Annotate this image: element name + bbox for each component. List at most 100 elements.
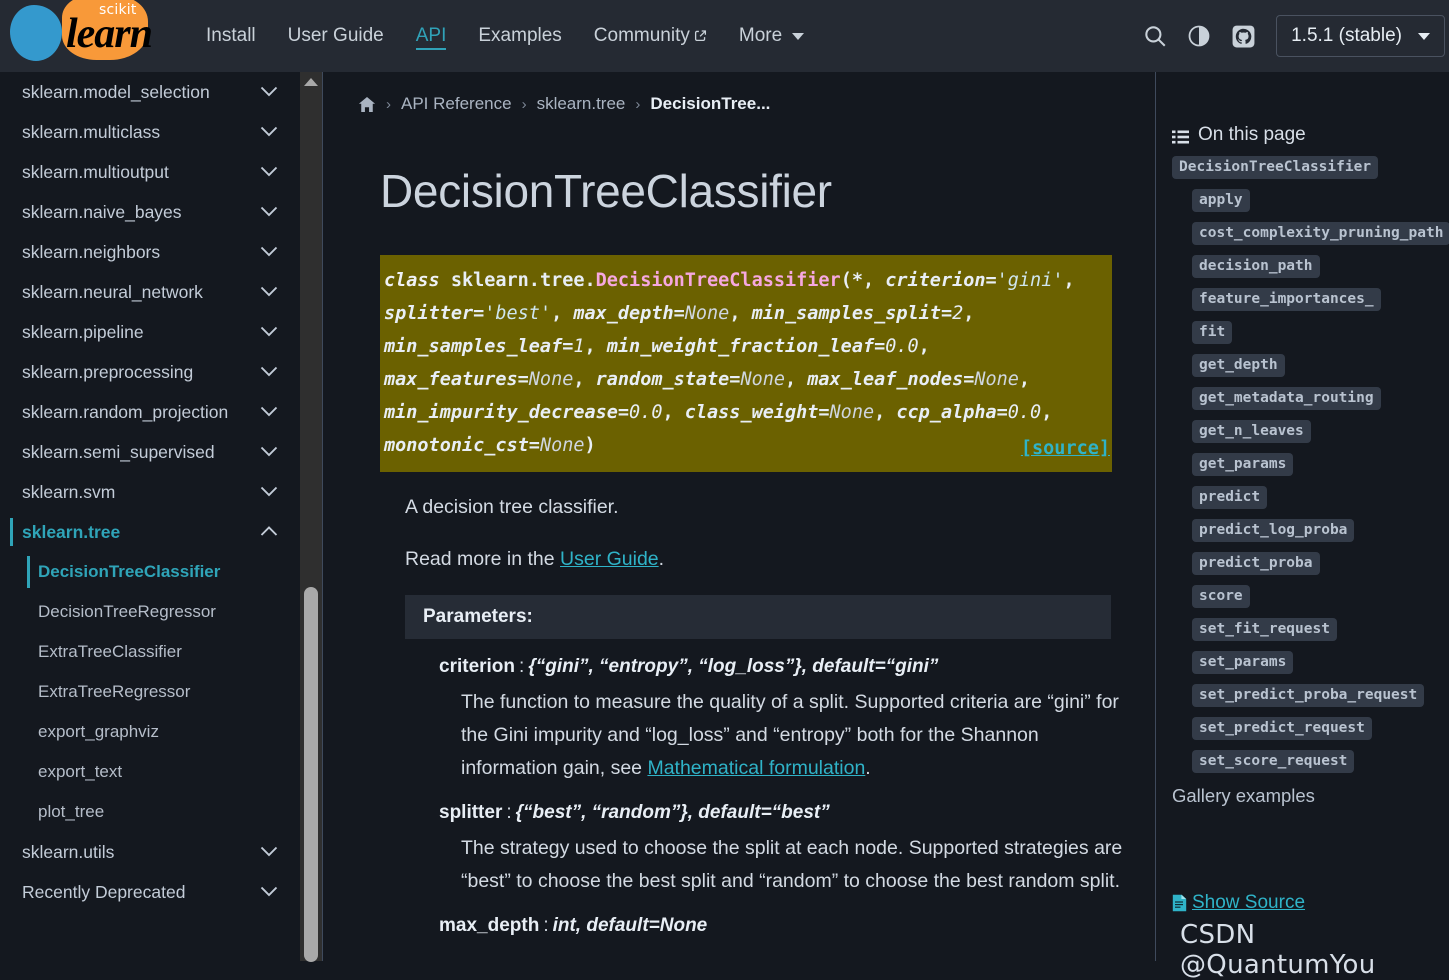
otp-entry-predict_proba[interactable]: predict_proba	[1192, 552, 1449, 575]
otp-entry-fit[interactable]: fit	[1192, 321, 1449, 344]
signature-param-name: criterion	[885, 270, 986, 291]
sidebar-item-sklearn-multioutput[interactable]: sklearn.multioutput	[0, 152, 300, 192]
sidebar-item-plot_tree[interactable]: plot_tree	[0, 792, 300, 832]
sidebar-item-export_graphviz[interactable]: export_graphviz	[0, 712, 300, 752]
otp-entry-get_n_leaves[interactable]: get_n_leaves	[1192, 420, 1449, 443]
chevron-down-icon[interactable]	[260, 885, 278, 900]
otp-entry-get_depth[interactable]: get_depth	[1192, 354, 1449, 377]
nav-item-more[interactable]: More	[723, 0, 820, 72]
sidebar-scrollbar[interactable]	[300, 72, 322, 962]
breadcrumb-item-api-reference[interactable]: API Reference	[401, 94, 512, 114]
signature-param-name: ccp_alpha	[896, 402, 997, 423]
sidebar-item-sklearn-semi_supervised[interactable]: sklearn.semi_supervised	[0, 432, 300, 472]
theme-toggle-icon[interactable]	[1182, 19, 1216, 53]
otp-entry-decision_path[interactable]: decision_path	[1192, 255, 1449, 278]
otp-entry-set_score_request[interactable]: set_score_request	[1192, 750, 1449, 773]
otp-chip-label: DecisionTreeClassifier	[1172, 156, 1379, 179]
otp-chip-label: predict	[1192, 486, 1268, 509]
mathematical-formulation-link[interactable]: Mathematical formulation	[647, 757, 865, 779]
sidebar-item-sklearn-svm[interactable]: sklearn.svm	[0, 472, 300, 512]
signature-param-value: 1	[573, 336, 585, 357]
signature-qualified-prefix: sklearn.tree.	[450, 270, 596, 291]
otp-entry-set_params[interactable]: set_params	[1192, 651, 1449, 674]
chevron-down-icon[interactable]	[260, 165, 278, 180]
nav-item-community[interactable]: Community	[578, 0, 723, 72]
chevron-down-icon[interactable]	[260, 365, 278, 380]
sidebar-item-sklearn-neighbors[interactable]: sklearn.neighbors	[0, 232, 300, 272]
sidebar-item-decisiontreeregressor[interactable]: DecisionTreeRegressor	[0, 592, 300, 632]
sidebar-item-recently-deprecated[interactable]: Recently Deprecated	[0, 872, 300, 912]
chevron-down-icon[interactable]	[260, 405, 278, 420]
chevron-down-icon[interactable]	[260, 85, 278, 100]
param-type: {“best”, “random”}, default=“best”	[515, 802, 830, 823]
scikit-learn-logo[interactable]: learn scikit	[0, 0, 180, 72]
otp-entry-decisiontreeclassifier[interactable]: DecisionTreeClassifier	[1172, 156, 1449, 179]
otp-entry-cost_complexity_pruning_path[interactable]: cost_complexity_pruning_path	[1192, 222, 1449, 245]
sidebar-item-sklearn-random_projection[interactable]: sklearn.random_projection	[0, 392, 300, 432]
sidebar-item-label: sklearn.random_projection	[22, 401, 229, 422]
sidebar-item-sklearn-tree[interactable]: sklearn.tree	[0, 512, 300, 552]
param-colon: :	[506, 802, 512, 823]
signature-param-value: 2	[952, 303, 964, 324]
sidebar-item-sklearn-pipeline[interactable]: sklearn.pipeline	[0, 312, 300, 352]
signature-param-value: None	[539, 435, 585, 456]
sidebar-item-export_text[interactable]: export_text	[0, 752, 300, 792]
nav-item-user-guide[interactable]: User Guide	[272, 0, 400, 72]
param-splitter-description: The strategy used to choose the split at…	[461, 832, 1126, 898]
chevron-down-icon[interactable]	[260, 485, 278, 500]
chevron-down-icon[interactable]	[260, 205, 278, 220]
signature-keyword: class	[384, 270, 440, 291]
breadcrumb-separator: ›	[386, 95, 391, 113]
sidebar-item-decisiontreeclassifier[interactable]: DecisionTreeClassifier	[0, 552, 300, 592]
chevron-down-icon[interactable]	[260, 125, 278, 140]
scroll-up-button[interactable]	[300, 72, 322, 92]
sidebar-item-sklearn-multiclass[interactable]: sklearn.multiclass	[0, 112, 300, 152]
chevron-down-icon[interactable]	[260, 285, 278, 300]
sidebar-item-sklearn-naive_bayes[interactable]: sklearn.naive_bayes	[0, 192, 300, 232]
github-icon[interactable]	[1226, 19, 1260, 53]
otp-chip-label: get_params	[1192, 453, 1294, 476]
otp-entry-set_predict_proba_request[interactable]: set_predict_proba_request	[1192, 684, 1449, 707]
sidebar-item-extratreeregressor[interactable]: ExtraTreeRegressor	[0, 672, 300, 712]
nav-item-api[interactable]: API	[400, 0, 463, 72]
otp-entry-score[interactable]: score	[1192, 585, 1449, 608]
sidebar-item-sklearn-utils[interactable]: sklearn.utils	[0, 832, 300, 872]
otp-entry-apply[interactable]: apply	[1192, 189, 1449, 212]
api-sidebar[interactable]: sklearn.model_selection sklearn.multicla…	[0, 72, 300, 961]
otp-entry-predict[interactable]: predict	[1192, 486, 1449, 509]
param-desc-suffix: .	[865, 757, 871, 779]
otp-entry-set_predict_request[interactable]: set_predict_request	[1192, 717, 1449, 740]
home-icon[interactable]	[358, 96, 376, 113]
signature-param-name: monotonic_cst	[384, 435, 529, 456]
signature-param-name: min_weight_fraction_leaf	[606, 336, 875, 357]
chevron-down-icon[interactable]	[260, 245, 278, 260]
otp-entry-predict_log_proba[interactable]: predict_log_proba	[1192, 519, 1449, 542]
sidebar-item-extratreeclassifier[interactable]: ExtraTreeClassifier	[0, 632, 300, 672]
otp-entry-gallery-examples[interactable]: Gallery examples	[1172, 785, 1449, 807]
chevron-up-icon[interactable]	[260, 525, 278, 540]
signature-param-name: min_impurity_decrease	[384, 402, 618, 423]
chevron-down-icon[interactable]	[260, 325, 278, 340]
sidebar-item-sklearn-preprocessing[interactable]: sklearn.preprocessing	[0, 352, 300, 392]
user-guide-link[interactable]: User Guide	[560, 548, 659, 570]
otp-entry-set_fit_request[interactable]: set_fit_request	[1192, 618, 1449, 641]
sidebar-item-sklearn-neural_network[interactable]: sklearn.neural_network	[0, 272, 300, 312]
nav-item-install[interactable]: Install	[190, 0, 272, 72]
signature-param-value: None	[829, 402, 875, 423]
nav-label: Community	[593, 25, 690, 46]
show-source[interactable]: Show Source	[1172, 892, 1305, 914]
nav-item-examples[interactable]: Examples	[462, 0, 577, 72]
source-link[interactable]: [source]	[1021, 432, 1110, 465]
sidebar-subitem-label: DecisionTreeClassifier	[38, 562, 221, 581]
search-icon[interactable]	[1138, 19, 1172, 53]
scrollbar-thumb[interactable]	[304, 587, 318, 962]
otp-entry-get_metadata_routing[interactable]: get_metadata_routing	[1192, 387, 1449, 410]
sidebar-item-sklearn-model_selection[interactable]: sklearn.model_selection	[0, 72, 300, 112]
otp-entry-get_params[interactable]: get_params	[1192, 453, 1449, 476]
sidebar-item-label: sklearn.neural_network	[22, 281, 203, 302]
otp-entry-feature_importances[interactable]: feature_importances_	[1192, 288, 1449, 311]
chevron-down-icon[interactable]	[260, 445, 278, 460]
chevron-down-icon[interactable]	[260, 845, 278, 860]
version-selector[interactable]: 1.5.1 (stable)	[1276, 15, 1445, 57]
breadcrumb-item-sklearn-tree[interactable]: sklearn.tree	[537, 94, 626, 114]
